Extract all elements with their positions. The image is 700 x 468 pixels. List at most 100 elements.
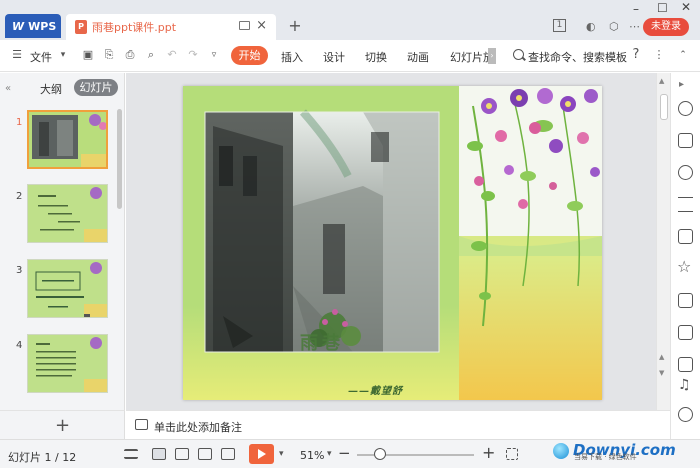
recorder-icon[interactable] (678, 407, 693, 422)
wps-tab-label: WPS (28, 19, 57, 33)
task-pane-sidebar: ▸ ☆ ♫ (670, 73, 700, 439)
fit-to-window-icon[interactable] (506, 448, 518, 460)
ppt-file-icon: P (75, 20, 87, 34)
skin-icon[interactable]: ◐ (586, 20, 596, 33)
add-slide-bar: + (0, 410, 125, 439)
hamburger-menu-icon[interactable]: ☰ (10, 48, 24, 62)
copy-icon[interactable] (678, 133, 693, 148)
wps-window: W WPS P 雨巷ppt课件.ppt × + – ☐ ✕ 1 ◐ ⬡ ⋯ 未登… (0, 0, 700, 468)
close-window-icon[interactable]: ✕ (681, 0, 691, 14)
tab-design[interactable]: 设计 (323, 49, 345, 65)
undo-icon[interactable]: ↶ (165, 48, 179, 62)
slides-panel-scrollbar[interactable] (117, 109, 122, 209)
image-icon[interactable] (678, 357, 693, 372)
help-icon[interactable]: ? (629, 48, 643, 62)
scroll-up-icon[interactable]: ▲ (659, 353, 664, 361)
command-search[interactable]: 查找命令、搜索模板 (528, 49, 627, 65)
file-menu[interactable]: 文件 (30, 49, 52, 65)
zoom-level[interactable]: 51% (300, 449, 324, 462)
watermark-subtitle: 当易下载 · 绿色软件 (574, 453, 637, 461)
tab-slideshow[interactable]: 幻灯片放 (450, 49, 488, 65)
slide-artwork (183, 86, 602, 400)
minimize-icon[interactable]: – (633, 2, 639, 16)
share-out-icon[interactable] (678, 325, 693, 340)
scrollbar-thumb[interactable] (660, 94, 668, 120)
template-icon[interactable] (678, 293, 693, 308)
customize-quick-access-icon[interactable]: ▿ (207, 48, 221, 62)
zoom-out-button[interactable]: − (338, 444, 351, 462)
chevron-down-icon[interactable]: ▾ (279, 449, 284, 459)
slide-author[interactable]: ——戴望舒 (348, 382, 403, 397)
star-icon[interactable]: ☆ (677, 257, 691, 276)
zoom-in-button[interactable]: + (482, 443, 495, 462)
login-button[interactable]: 未登录 (643, 18, 689, 36)
chevron-down-icon[interactable]: ▾ (327, 449, 332, 459)
normal-view-icon[interactable] (152, 448, 166, 460)
slide-number: 2 (16, 191, 23, 202)
slide-thumbnail-4[interactable] (27, 334, 108, 393)
thumbnail-art (29, 112, 106, 167)
slide-thumbnail-1[interactable] (27, 110, 108, 169)
add-slide-button[interactable]: + (55, 415, 70, 436)
monitor-icon[interactable] (239, 21, 250, 30)
style-icon[interactable] (678, 101, 693, 116)
maximize-icon[interactable]: ☐ (657, 1, 668, 15)
close-tab-icon[interactable]: × (256, 18, 267, 33)
audio-icon[interactable]: ♫ (678, 377, 691, 393)
zoom-slider-handle[interactable] (374, 448, 387, 460)
slide-number: 1 (16, 117, 23, 128)
tab-animations[interactable]: 动画 (407, 49, 429, 65)
layout-icon[interactable] (678, 229, 693, 244)
more-icon[interactable]: ⋯ (629, 20, 640, 33)
print-preview-icon[interactable]: ⌕ (144, 48, 158, 62)
collapse-panel-icon[interactable]: « (5, 83, 11, 94)
export-pdf-icon[interactable]: ⎘ (102, 48, 116, 62)
slide-title[interactable]: 雨巷 (300, 329, 344, 355)
play-slideshow-button[interactable] (249, 444, 274, 464)
menu-bar: ☰ 文件 ▾ ▣ ⎘ ⎙ ⌕ ↶ ↷ ▿ 开始 插入 设计 切换 动画 幻灯片放… (0, 40, 700, 72)
expand-pane-icon[interactable]: ▸ (679, 79, 684, 90)
chevron-down-icon[interactable]: ▾ (56, 48, 70, 62)
slide-number: 4 (16, 340, 23, 351)
notes-placeholder[interactable]: 单击此处添加备注 (154, 419, 242, 435)
slide-thumbnail-2[interactable] (27, 184, 108, 243)
notes-toggle-icon[interactable] (124, 449, 138, 459)
save-icon[interactable]: ▣ (81, 48, 95, 62)
notes-pane[interactable]: 单击此处添加备注 (126, 410, 670, 439)
slide-thumbnail-3[interactable] (27, 259, 108, 318)
watermark-logo-icon (553, 443, 569, 459)
shape-icon[interactable] (678, 165, 693, 180)
redo-icon[interactable]: ↷ (186, 48, 200, 62)
document-tab[interactable]: P 雨巷ppt课件.ppt × (66, 14, 276, 40)
presenter-view-icon[interactable] (221, 448, 235, 460)
collapse-ribbon-icon[interactable]: ⌃ (676, 48, 690, 62)
wps-logo-icon: W (12, 19, 25, 33)
slides-panel: « 大纲 幻灯片 1 2 3 4 (0, 73, 125, 410)
slide-sorter-icon[interactable] (175, 448, 189, 460)
slide-canvas: 雨巷 ——戴望舒 (126, 73, 656, 410)
slide-number: 3 (16, 265, 23, 276)
workspace-icon[interactable]: 1 (553, 19, 566, 32)
share-icon[interactable]: ⬡ (609, 20, 619, 33)
new-tab-button[interactable]: + (286, 17, 304, 35)
scroll-down-icon[interactable]: ▼ (659, 369, 664, 377)
tab-transitions[interactable]: 切换 (365, 49, 387, 65)
more-options-icon[interactable]: ⋮ (652, 48, 666, 62)
tab-insert[interactable]: 插入 (281, 49, 303, 65)
scroll-up-icon[interactable]: ▲ (659, 77, 664, 85)
canvas-scrollbar[interactable]: ▲ ▲ ▼ (656, 73, 670, 410)
chevron-right-icon[interactable]: › (488, 48, 496, 64)
reading-view-icon[interactable] (198, 448, 212, 460)
thumbnail-art (28, 335, 107, 392)
wps-home-tab[interactable]: W WPS (5, 14, 61, 38)
thumbnail-art (28, 260, 107, 317)
properties-icon[interactable] (678, 197, 693, 212)
tab-slides[interactable]: 幻灯片 (74, 79, 118, 96)
search-icon[interactable] (513, 49, 524, 60)
current-slide[interactable]: 雨巷 ——戴望舒 (183, 86, 602, 400)
tab-home[interactable]: 开始 (231, 46, 268, 65)
print-icon[interactable]: ⎙ (123, 48, 137, 62)
tab-outline[interactable]: 大纲 (40, 81, 62, 97)
title-bar: W WPS P 雨巷ppt课件.ppt × + – ☐ ✕ 1 ◐ ⬡ ⋯ 未登… (0, 0, 700, 40)
slide-counter: 幻灯片 1 / 12 (8, 451, 77, 464)
